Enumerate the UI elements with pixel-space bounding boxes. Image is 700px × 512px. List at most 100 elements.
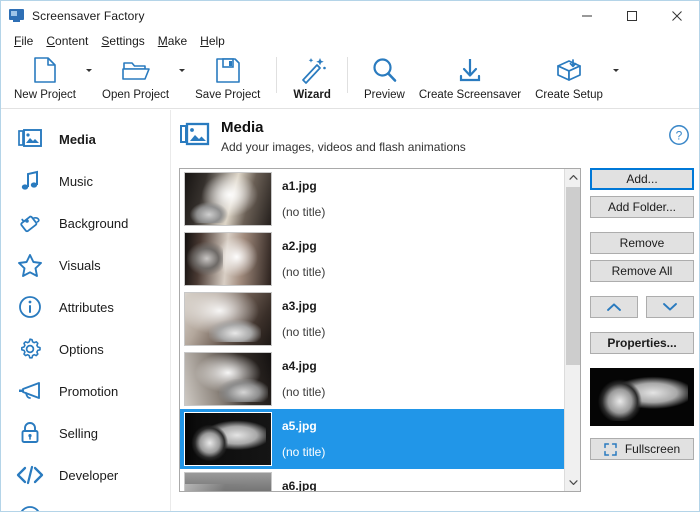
create-setup-dropdown-caret-icon[interactable] xyxy=(610,51,622,107)
help-icon[interactable]: ? xyxy=(668,124,690,146)
move-down-button[interactable] xyxy=(646,296,694,318)
scroll-up-icon[interactable] xyxy=(565,169,581,186)
add-folder-button[interactable]: Add Folder... xyxy=(590,196,694,218)
star-icon xyxy=(15,250,45,280)
media-file-name: a2.jpg xyxy=(282,239,325,253)
image-frame-icon xyxy=(180,122,210,151)
table-row[interactable]: a2.jpg (no title) xyxy=(180,229,565,289)
toolbar-button-open-project[interactable]: Open Project xyxy=(95,51,176,107)
media-file-name: a4.jpg xyxy=(282,359,325,373)
page-title: Media xyxy=(221,119,466,137)
floppy-disk-icon xyxy=(214,55,242,85)
toolbar-button-create-setup[interactable]: Create Setup xyxy=(528,51,610,107)
media-file-title: (no title) xyxy=(282,385,325,399)
table-row-selected[interactable]: a5.jpg (no title) xyxy=(180,409,565,469)
remove-button[interactable]: Remove xyxy=(590,232,694,254)
new-project-dropdown-caret-icon[interactable] xyxy=(83,51,95,107)
sidebar-label-media: Media xyxy=(59,132,96,147)
sidebar-label-selling: Selling xyxy=(59,426,98,441)
chevron-up-icon xyxy=(606,302,622,312)
title-bar: Screensaver Factory xyxy=(1,1,699,30)
add-button[interactable]: Add... xyxy=(590,168,694,190)
menu-item-make[interactable]: Make xyxy=(152,32,194,50)
svg-text:?: ? xyxy=(676,128,683,142)
toolbar-label-preview: Preview xyxy=(364,89,405,101)
toolbar: New Project Open Project Save Project Wi… xyxy=(1,51,699,109)
sidebar-label-background: Background xyxy=(59,216,128,231)
menu-item-settings[interactable]: Settings xyxy=(95,32,151,50)
menu-content-rest: ontent xyxy=(55,34,88,48)
preview-thumbnail xyxy=(590,368,694,426)
sidebar-item-promotion[interactable]: Promotion xyxy=(1,370,170,412)
move-up-button[interactable] xyxy=(590,296,638,318)
magic-wand-icon xyxy=(297,55,327,85)
toolbar-separator-1 xyxy=(276,57,277,93)
download-arrow-icon xyxy=(456,55,484,85)
magnifier-icon xyxy=(370,55,398,85)
menu-make-accel: M xyxy=(158,34,168,48)
toolbar-button-create-screensaver[interactable]: Create Screensaver xyxy=(412,51,528,107)
row-text: a5.jpg (no title) xyxy=(282,419,325,459)
media-file-title: (no title) xyxy=(282,325,325,339)
sidebar-item-media[interactable]: Media xyxy=(1,118,170,160)
close-button[interactable] xyxy=(654,1,699,30)
table-row[interactable]: a4.jpg (no title) xyxy=(180,349,565,409)
thumbnail-image xyxy=(184,172,272,226)
remove-all-button[interactable]: Remove All xyxy=(590,260,694,282)
open-project-dropdown-caret-icon[interactable] xyxy=(176,51,188,107)
minimize-button[interactable] xyxy=(564,1,609,30)
media-file-title: (no title) xyxy=(282,205,325,219)
toolbar-label-new-project: New Project xyxy=(14,89,76,101)
maximize-button[interactable] xyxy=(609,1,654,30)
toolbar-button-save-project[interactable]: Save Project xyxy=(188,51,267,107)
sidebar-label-music: Music xyxy=(59,174,93,189)
toolbar-button-new-project[interactable]: New Project xyxy=(7,51,83,107)
sidebar-item-create[interactable]: Create xyxy=(1,496,170,512)
window-title: Screensaver Factory xyxy=(32,9,145,23)
row-text: a1.jpg (no title) xyxy=(282,179,325,219)
sidebar-item-selling[interactable]: Selling xyxy=(1,412,170,454)
menu-item-file[interactable]: File xyxy=(8,32,40,50)
table-row[interactable]: a1.jpg (no title) xyxy=(180,169,565,229)
toolbar-label-create-setup: Create Setup xyxy=(535,89,603,101)
open-folder-icon xyxy=(121,55,151,85)
scroll-down-icon[interactable] xyxy=(565,474,581,491)
sidebar-item-music[interactable]: Music xyxy=(1,160,170,202)
menu-help-accel: H xyxy=(200,34,209,48)
table-row[interactable]: a3.jpg (no title) xyxy=(180,289,565,349)
spacer xyxy=(590,324,694,332)
toolbar-button-wizard[interactable]: Wizard xyxy=(286,51,338,107)
sidebar-item-attributes[interactable]: Attributes xyxy=(1,286,170,328)
row-text: a3.jpg (no title) xyxy=(282,299,325,339)
disc-icon xyxy=(15,502,45,512)
scrollbar-thumb[interactable] xyxy=(566,187,580,365)
paint-bucket-icon xyxy=(15,208,45,238)
menu-item-content[interactable]: Content xyxy=(40,32,95,50)
menu-item-help[interactable]: Help xyxy=(194,32,232,50)
sidebar-item-developer[interactable]: Developer xyxy=(1,454,170,496)
menu-file-rest: ile xyxy=(21,34,33,48)
media-actions-panel: Add... Add Folder... Remove Remove All P… xyxy=(590,168,694,460)
toolbar-separator-2 xyxy=(347,57,348,93)
gear-icon xyxy=(15,334,45,364)
media-file-name: a6.jpg xyxy=(282,479,325,492)
application-window: Screensaver Factory File Content Setting… xyxy=(0,0,700,512)
media-list[interactable]: a1.jpg (no title) a2.jpg (no title) a3.j… xyxy=(179,168,581,492)
media-file-title: (no title) xyxy=(282,445,325,459)
toolbar-button-preview[interactable]: Preview xyxy=(357,51,412,107)
media-file-name: a5.jpg xyxy=(282,419,325,433)
sidebar-item-options[interactable]: Options xyxy=(1,328,170,370)
megaphone-icon xyxy=(15,376,45,406)
properties-button[interactable]: Properties... xyxy=(590,332,694,354)
reorder-buttons xyxy=(590,296,694,318)
table-row[interactable]: a6.jpg (no title) xyxy=(180,469,565,492)
spacer xyxy=(590,288,694,296)
menu-help-rest: elp xyxy=(209,34,225,48)
vertical-scrollbar[interactable] xyxy=(564,169,580,491)
sidebar-item-visuals[interactable]: Visuals xyxy=(1,244,170,286)
new-document-icon xyxy=(32,55,58,85)
fullscreen-button[interactable]: Fullscreen xyxy=(590,438,694,460)
sidebar-item-background[interactable]: Background xyxy=(1,202,170,244)
content-panel: Media Add your images, videos and flash … xyxy=(172,110,700,512)
content-header: Media Add your images, videos and flash … xyxy=(172,118,700,163)
